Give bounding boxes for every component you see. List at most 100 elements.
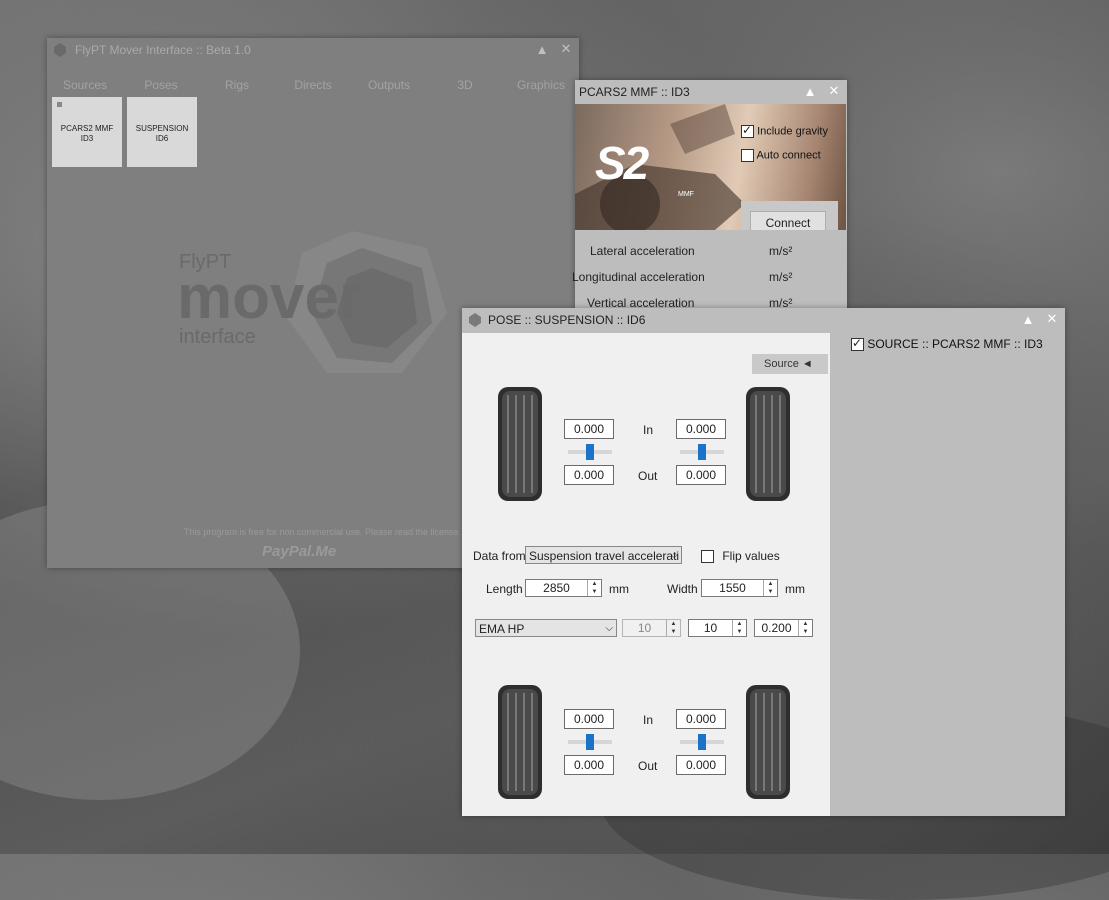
pcars-window-title: PCARS2 MMF :: ID3 (579, 85, 690, 99)
mmf-label: MMF (678, 191, 694, 198)
filter-param3-spinner[interactable]: 0.200 ▲ ▼ (754, 619, 813, 637)
rear-right-slider[interactable] (680, 734, 724, 750)
close-icon[interactable]: ✕ (1045, 311, 1059, 327)
width-unit: mm (785, 582, 805, 596)
minimize-icon[interactable]: ▲ (803, 83, 817, 99)
front-right-slider[interactable] (680, 444, 724, 460)
filter-param2-value: 10 (703, 621, 718, 635)
pose-titlebar[interactable]: POSE :: SUSPENSION :: ID6 ▲ ✕ (462, 308, 1065, 332)
front-left-tire-icon (498, 387, 542, 501)
data-from-dropdown[interactable]: Suspension travel accelerati ⌵ (525, 546, 682, 564)
tile-line1: SUSPENSION (135, 124, 189, 133)
length-unit: mm (609, 582, 629, 596)
spinner-arrows-icon[interactable]: ▲ ▼ (798, 620, 812, 636)
rear-left-slider[interactable] (568, 734, 612, 750)
rear-right-out-field[interactable]: 0.000 (676, 755, 726, 775)
pcars-banner-image: S2 MMF Include gravity Auto connect Conn… (575, 104, 846, 230)
pose-window: POSE :: SUSPENSION :: ID6 ▲ ✕ Source ◄ 0… (462, 308, 1065, 816)
spinner-arrows-icon[interactable]: ▲ ▼ (763, 580, 777, 596)
rear-right-tire-icon (746, 685, 790, 799)
filter-param3-value: 0.200 (761, 621, 792, 635)
flip-values-label: Flip values (722, 549, 780, 563)
tab-sources[interactable]: Sources (47, 78, 123, 92)
slider-thumb[interactable] (698, 444, 706, 460)
main-tabs: Sources Poses Rigs Directs Outputs 3D Gr… (47, 78, 579, 92)
filter-param1-spinner: 10 ▲ ▼ (622, 619, 681, 637)
rear-right-in-field[interactable]: 0.000 (676, 709, 726, 729)
tile-line2: ID3 (80, 134, 94, 143)
longitudinal-accel-unit: m/s² (769, 270, 793, 284)
data-from-label: Data from (473, 549, 526, 563)
front-left-in-field[interactable]: 0.000 (564, 419, 614, 439)
rear-left-tire-icon (498, 685, 542, 799)
front-left-slider[interactable] (568, 444, 612, 460)
flypt-mover-logo: FlyPT mover interface (177, 231, 447, 373)
front-left-out-field[interactable]: 0.000 (564, 465, 614, 485)
tile-line1: PCARS2 MMF (60, 124, 114, 133)
filter-param2-spinner[interactable]: 10 ▲ ▼ (688, 619, 747, 637)
longitudinal-accel-label: Longitudinal acceleration (572, 270, 705, 284)
source-item-label: SOURCE :: PCARS2 MMF :: ID3 (867, 337, 1043, 351)
rear-in-label: In (643, 713, 654, 727)
auto-connect-label: Auto connect (756, 149, 821, 162)
source-checkbox[interactable] (851, 336, 864, 352)
minimize-icon[interactable]: ▲ (535, 41, 549, 57)
rear-left-out-field[interactable]: 0.000 (564, 755, 614, 775)
logo-mid-text: mover (177, 263, 363, 332)
connect-area: Connect (741, 201, 838, 230)
lateral-accel-unit: m/s² (769, 244, 793, 258)
front-right-tire-icon (746, 387, 790, 501)
close-icon[interactable]: ✕ (827, 83, 841, 99)
pose-window-title: POSE :: SUSPENSION :: ID6 (488, 313, 646, 327)
pcars-titlebar[interactable]: PCARS2 MMF :: ID3 ▲ ✕ (575, 80, 847, 104)
front-right-in-field[interactable]: 0.000 (676, 419, 726, 439)
front-in-label: In (643, 423, 654, 437)
rear-out-label: Out (638, 759, 658, 773)
pose-tile-suspension[interactable]: SUSPENSION ID6 (127, 97, 197, 167)
spinner-arrows-icon[interactable]: ▲ ▼ (587, 580, 601, 596)
slider-thumb[interactable] (586, 444, 594, 460)
flip-values-option[interactable]: Flip values (701, 549, 780, 564)
front-out-label: Out (638, 469, 658, 483)
connect-button[interactable]: Connect (750, 211, 826, 230)
close-icon[interactable]: ✕ (559, 41, 573, 57)
source-tab-button[interactable]: Source ◄ (752, 354, 828, 374)
main-titlebar[interactable]: FlyPT Mover Interface :: Beta 1.0 ▲ ✕ (47, 38, 579, 62)
width-spinner[interactable]: 1550 ▲ ▼ (701, 579, 778, 597)
auto-connect-option[interactable]: Auto connect (741, 149, 821, 162)
main-window-title: FlyPT Mover Interface :: Beta 1.0 (75, 43, 251, 57)
tile-line2: ID6 (155, 134, 169, 143)
width-value: 1550 (719, 581, 746, 595)
flypt-app-icon (469, 313, 481, 327)
slider-thumb[interactable] (698, 734, 706, 750)
source-list-item[interactable]: SOURCE :: PCARS2 MMF :: ID3 (851, 336, 1043, 352)
minimize-icon[interactable]: ▲ (1021, 311, 1035, 327)
front-right-out-field[interactable]: 0.000 (676, 465, 726, 485)
filter-type-dropdown[interactable]: EMA HP ⌵ (475, 619, 617, 637)
rear-left-in-field[interactable]: 0.000 (564, 709, 614, 729)
length-spinner[interactable]: 2850 ▲ ▼ (525, 579, 602, 597)
tab-rigs[interactable]: Rigs (199, 78, 275, 92)
length-label: Length (486, 582, 523, 596)
length-value: 2850 (543, 581, 570, 595)
tab-3d[interactable]: 3D (427, 78, 503, 92)
include-gravity-checkbox[interactable] (741, 123, 754, 138)
lateral-accel-label: Lateral acceleration (590, 244, 695, 258)
auto-connect-checkbox[interactable] (741, 149, 754, 162)
tab-poses[interactable]: Poses (123, 78, 199, 92)
data-from-value: Suspension travel accelerati (529, 549, 680, 563)
tab-graphics[interactable]: Graphics (503, 78, 579, 92)
flypt-app-icon (54, 43, 66, 57)
tab-directs[interactable]: Directs (275, 78, 351, 92)
include-gravity-label: Include gravity (757, 125, 828, 138)
slider-thumb[interactable] (586, 734, 594, 750)
flip-values-checkbox[interactable] (701, 550, 714, 564)
source-tile-pcars2[interactable]: PCARS2 MMF ID3 (52, 97, 122, 167)
chevron-down-icon: ⌵ (605, 623, 613, 634)
include-gravity-option[interactable]: Include gravity (741, 123, 828, 138)
paypal-link[interactable]: PayPal.Me (262, 543, 336, 560)
spinner-arrows-icon: ▲ ▼ (666, 620, 680, 636)
spinner-arrows-icon[interactable]: ▲ ▼ (732, 620, 746, 636)
width-label: Width (667, 582, 698, 596)
tab-outputs[interactable]: Outputs (351, 78, 427, 92)
